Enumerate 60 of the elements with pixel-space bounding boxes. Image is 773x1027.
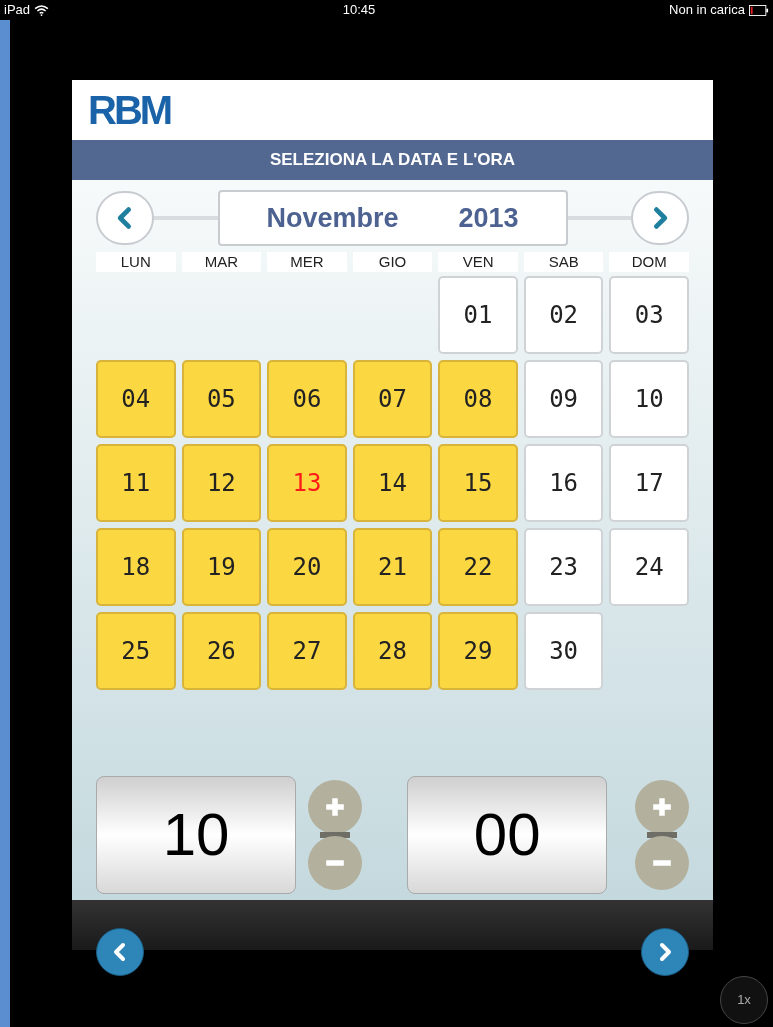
day-cell[interactable]: 19 — [181, 528, 262, 606]
day-cell[interactable]: 28 — [352, 612, 433, 690]
day-cell[interactable]: 01 — [438, 276, 518, 354]
weekday-label: LUN — [96, 252, 176, 272]
day-cell[interactable]: 09 — [523, 360, 604, 438]
stepper-connector — [320, 832, 350, 838]
day-cell[interactable]: 15 — [438, 444, 518, 522]
day-cell[interactable]: 04 — [96, 360, 176, 438]
day-cell[interactable]: 14 — [352, 444, 433, 522]
day-cell[interactable]: 18 — [96, 528, 176, 606]
weekday-label: SAB — [523, 252, 604, 272]
increment-button[interactable] — [635, 780, 689, 834]
weekday-label: MER — [267, 252, 347, 272]
zoom-button[interactable]: 1x — [720, 976, 768, 1024]
month-label: Novembre — [266, 201, 399, 235]
minus-icon — [651, 860, 673, 866]
day-cell[interactable]: 10 — [609, 360, 689, 438]
day-cell[interactable]: 05 — [181, 360, 262, 438]
day-cell[interactable]: 03 — [609, 276, 689, 354]
day-cell[interactable]: 27 — [267, 612, 347, 690]
day-cell[interactable]: 21 — [352, 528, 433, 606]
weekday-label: GIO — [352, 252, 433, 272]
day-cell[interactable]: 16 — [523, 444, 604, 522]
minute-field[interactable]: 00 — [407, 776, 608, 894]
day-cell[interactable]: 06 — [267, 360, 347, 438]
day-cell[interactable]: 07 — [352, 360, 433, 438]
back-button[interactable] — [96, 928, 144, 976]
year-label: 2013 — [458, 201, 519, 235]
day-cell[interactable]: 26 — [181, 612, 262, 690]
day-cell[interactable]: 24 — [609, 528, 689, 606]
day-cell[interactable]: 11 — [96, 444, 176, 522]
day-cell[interactable]: 02 — [523, 276, 604, 354]
weekday-label: MAR — [181, 252, 262, 272]
plus-icon — [324, 796, 346, 818]
day-cell[interactable]: 12 — [181, 444, 262, 522]
day-cell[interactable]: 23 — [523, 528, 604, 606]
plus-icon — [651, 796, 673, 818]
battery-status: Non in carica — [669, 1, 745, 20]
weekday-label: VEN — [438, 252, 518, 272]
weekday-label: DOM — [609, 252, 689, 272]
day-cell[interactable]: 20 — [267, 528, 347, 606]
day-cell[interactable]: 08 — [438, 360, 518, 438]
battery-icon — [749, 4, 769, 16]
next-month-button[interactable] — [631, 191, 689, 245]
header-title: SELEZIONA LA DATA E L'ORA — [269, 149, 516, 172]
clock-time: 10:45 — [342, 1, 376, 20]
forward-button[interactable] — [641, 928, 689, 976]
day-cell[interactable]: 22 — [438, 528, 518, 606]
increment-button[interactable] — [308, 780, 362, 834]
day-cell[interactable]: 17 — [609, 444, 689, 522]
wifi-icon — [34, 4, 50, 16]
day-cell[interactable]: 30 — [523, 612, 604, 690]
logo: RBM — [88, 87, 171, 134]
minus-icon — [324, 860, 346, 866]
day-cell[interactable]: 29 — [438, 612, 518, 690]
previous-month-button[interactable] — [96, 191, 154, 245]
hour-field[interactable]: 10 — [96, 776, 296, 894]
device-name: iPad — [4, 1, 31, 20]
day-cell[interactable]: 25 — [96, 612, 176, 690]
stepper-connector — [647, 832, 677, 838]
